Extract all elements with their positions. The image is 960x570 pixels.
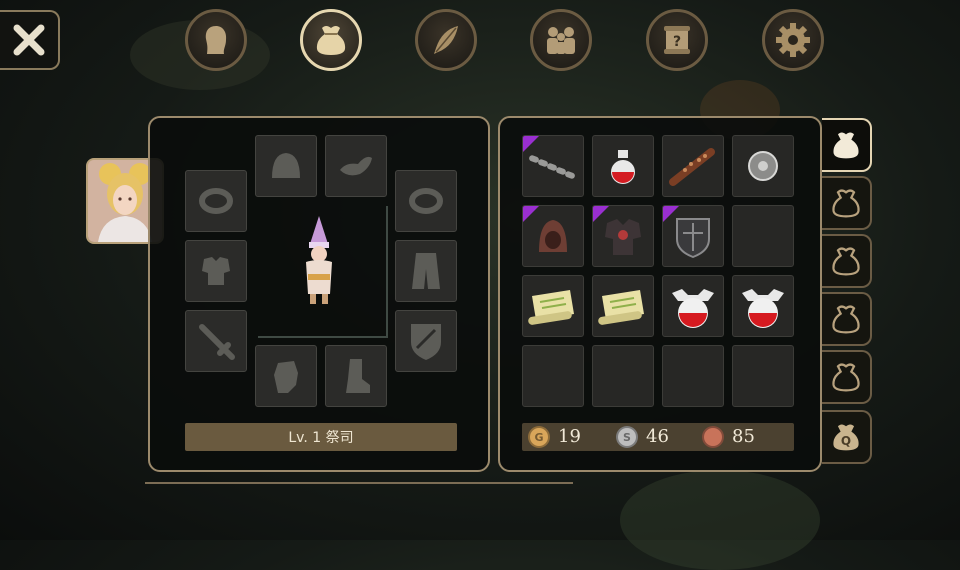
bag-icon bbox=[832, 363, 860, 392]
gloves-icon bbox=[274, 361, 298, 393]
equip-slot-accessory[interactable] bbox=[325, 135, 387, 197]
boots-icon bbox=[346, 359, 370, 393]
nav-skills-button[interactable] bbox=[415, 9, 477, 71]
helmet-icon bbox=[272, 153, 300, 178]
copper-amount: 85 bbox=[732, 426, 755, 447]
rarity-marker bbox=[663, 206, 679, 222]
scroll-icon bbox=[598, 290, 644, 325]
equip-slot-ring-right[interactable] bbox=[395, 170, 457, 232]
inventory-slot-3[interactable] bbox=[662, 135, 724, 197]
inventory-slot-13[interactable] bbox=[522, 345, 584, 407]
skill-feather-icon bbox=[434, 26, 458, 54]
quest-bag-icon: Q bbox=[829, 420, 863, 454]
bag-tab-4[interactable] bbox=[822, 292, 872, 346]
silver-coin-icon: S bbox=[616, 426, 638, 448]
rarity-marker bbox=[523, 206, 539, 222]
dark-shield-icon bbox=[676, 218, 710, 259]
bag-icon bbox=[316, 26, 346, 55]
equip-slot-robe[interactable] bbox=[395, 240, 457, 302]
nav-settings-button[interactable] bbox=[762, 9, 824, 71]
ring-icon bbox=[199, 188, 233, 214]
equip-slot-ring-left[interactable] bbox=[185, 170, 247, 232]
inventory-slot-10[interactable] bbox=[592, 275, 654, 337]
svg-text:?: ? bbox=[673, 34, 681, 50]
shield-icon bbox=[411, 324, 441, 360]
inventory-slot-2[interactable] bbox=[592, 135, 654, 197]
close-icon bbox=[13, 24, 45, 56]
buckler-icon bbox=[748, 151, 778, 181]
bag-tab-1[interactable] bbox=[822, 118, 872, 172]
inventory-slot-4[interactable] bbox=[732, 135, 794, 197]
party-icon bbox=[547, 27, 575, 54]
equip-slot-boots[interactable] bbox=[325, 345, 387, 407]
bag-icon bbox=[832, 305, 860, 334]
equip-slot-helmet[interactable] bbox=[255, 135, 317, 197]
currency-bar: G 19 S 46 85 bbox=[522, 423, 794, 451]
inventory-slot-15[interactable] bbox=[662, 345, 724, 407]
equip-slot-weapon[interactable] bbox=[185, 310, 247, 372]
ring-icon bbox=[409, 188, 443, 214]
nav-inventory-button[interactable] bbox=[300, 9, 362, 71]
inventory-slot-7[interactable] bbox=[662, 205, 724, 267]
scroll-icon bbox=[528, 290, 574, 325]
bag-tab-5[interactable] bbox=[822, 350, 872, 404]
character-level-class-label: Lv. 1 祭司 bbox=[185, 423, 457, 451]
bag-icon bbox=[833, 132, 859, 159]
bag-tab-3[interactable] bbox=[822, 234, 872, 288]
character-sprite bbox=[306, 216, 332, 304]
armor-icon bbox=[202, 257, 230, 285]
large-red-potion-icon bbox=[672, 289, 714, 328]
bag-icon bbox=[832, 189, 860, 218]
gear-icon bbox=[776, 23, 810, 57]
equip-slot-gloves[interactable] bbox=[255, 345, 317, 407]
spiked-club-icon bbox=[669, 148, 715, 186]
quest-bag-label: Q bbox=[840, 434, 852, 448]
inventory-slot-9[interactable] bbox=[522, 275, 584, 337]
background-foliage bbox=[620, 470, 820, 570]
inventory-slot-14[interactable] bbox=[592, 345, 654, 407]
quest-scroll-icon: ? bbox=[664, 26, 690, 54]
bottom-divider bbox=[145, 482, 573, 484]
equip-slot-shield[interactable] bbox=[395, 310, 457, 372]
bag-icon bbox=[832, 247, 860, 276]
rarity-marker bbox=[593, 206, 609, 222]
inventory-slot-5[interactable] bbox=[522, 205, 584, 267]
robe-icon bbox=[412, 253, 440, 289]
accessory-icon bbox=[340, 156, 372, 176]
inventory-slot-8[interactable] bbox=[732, 205, 794, 267]
nav-character-button[interactable] bbox=[185, 9, 247, 71]
gold-coin-icon: G bbox=[528, 426, 550, 448]
bag-tab-2[interactable] bbox=[822, 176, 872, 230]
gold-amount: 19 bbox=[558, 426, 581, 447]
close-button[interactable] bbox=[0, 10, 60, 70]
silver-amount: 46 bbox=[646, 426, 669, 447]
inventory-slot-12[interactable] bbox=[732, 275, 794, 337]
red-potion-icon bbox=[611, 150, 635, 184]
inventory-slot-16[interactable] bbox=[732, 345, 794, 407]
rarity-marker bbox=[523, 136, 539, 152]
inventory-slot-6[interactable] bbox=[592, 205, 654, 267]
bag-tab-quest[interactable]: Q bbox=[822, 410, 872, 464]
copper-coin-icon bbox=[702, 426, 724, 448]
character-head-icon bbox=[205, 26, 227, 54]
inventory-slot-1[interactable] bbox=[522, 135, 584, 197]
inventory-slot-11[interactable] bbox=[662, 275, 724, 337]
large-red-potion-icon bbox=[742, 289, 784, 328]
equip-slot-armor[interactable] bbox=[185, 240, 247, 302]
nav-party-button[interactable] bbox=[530, 9, 592, 71]
nav-quest-button[interactable]: ? bbox=[646, 9, 708, 71]
sword-icon bbox=[199, 324, 235, 360]
